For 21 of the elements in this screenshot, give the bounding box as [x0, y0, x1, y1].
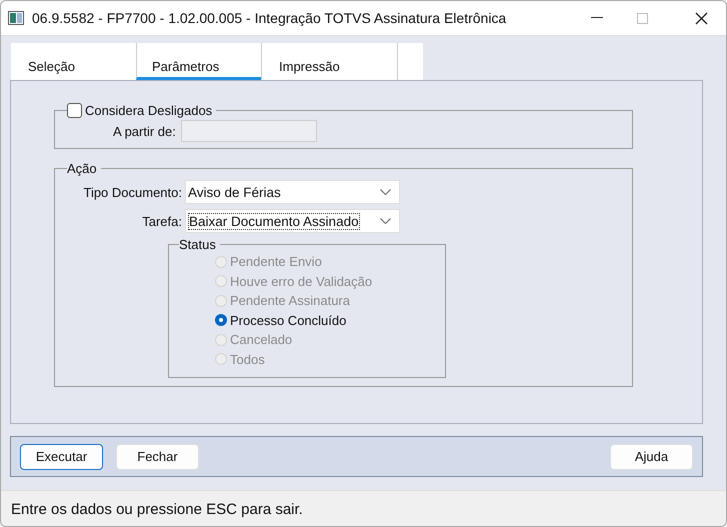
close-icon[interactable] — [695, 12, 708, 24]
chevron-down-icon — [380, 218, 391, 224]
dropdown[interactable]: Aviso de Férias — [185, 180, 400, 204]
dropdown[interactable]: Baixar Documento Assinado — [185, 209, 400, 233]
button[interactable]: Ajuda — [610, 444, 693, 470]
window-title: 06.9.5582 - FP7700 - 1.02.00.005 - Integração TOTVS Assinatura Eletrônica — [32, 10, 506, 26]
minimize-icon[interactable] — [591, 17, 603, 19]
group-title: Status — [179, 237, 217, 252]
button[interactable]: Executar — [20, 444, 103, 470]
checkbox-label: Considera Desligados — [85, 103, 212, 118]
field-label: Tipo Documento: — [82, 184, 182, 200]
button[interactable]: Fechar — [116, 444, 199, 470]
status-bar: Entre os dados ou pressione ESC para sair. — [1, 490, 726, 526]
field-label: Tarefa: — [141, 214, 182, 228]
field-label: A partir de: — [113, 124, 176, 138]
app-icon — [8, 11, 24, 25]
checkbox[interactable] — [67, 103, 82, 118]
chevron-down-icon — [380, 189, 391, 195]
tab[interactable]: Seleção — [11, 43, 136, 80]
radio-option[interactable]: Processo Concluído — [215, 310, 445, 330]
group-title: Ação — [67, 161, 98, 176]
